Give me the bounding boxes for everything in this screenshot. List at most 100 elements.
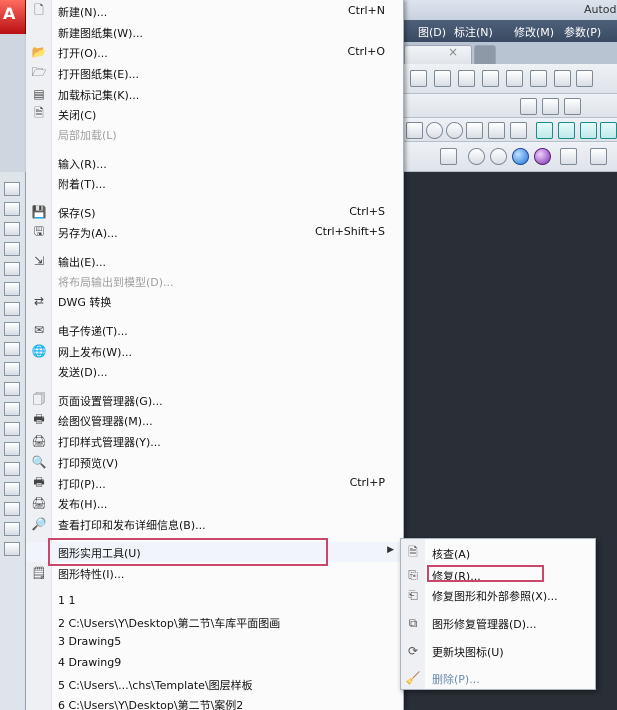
- menu-item-label: 打开(O)...: [58, 47, 108, 60]
- menu-item-label: 发布(H)...: [58, 498, 108, 511]
- move-tool-icon[interactable]: [4, 282, 20, 296]
- menu-item-label: 图形特性(I)...: [58, 568, 125, 581]
- menu-item-drawing-properties[interactable]: 🗒 图形特性(I)...: [26, 563, 404, 583]
- design-center-icon[interactable]: [458, 70, 475, 87]
- torus-icon[interactable]: [446, 122, 463, 139]
- scale-tool-icon[interactable]: [4, 442, 20, 456]
- menu-item-open-sheetset[interactable]: 🗁 打开图纸集(E)...: [26, 63, 404, 83]
- recent-file-1[interactable]: 1 1: [26, 591, 404, 611]
- menu-item-plotter-manager[interactable]: 🖶 绘图仪管理器(M)...: [26, 410, 404, 430]
- recent-file-5[interactable]: 5 C:\Users\...\chs\Template\图层样板: [26, 674, 404, 694]
- offset-tool-icon[interactable]: [4, 362, 20, 376]
- menu-item-send[interactable]: 发送(D)...: [26, 361, 404, 381]
- zoom-icon[interactable]: [410, 70, 427, 87]
- menu-item-new[interactable]: 🗋 新建(N)... Ctrl+N: [26, 1, 404, 21]
- menu-item-plot-style-manager[interactable]: 🖨 打印样式管理器(Y)...: [26, 431, 404, 451]
- print-icon: 🖶: [33, 474, 45, 489]
- fillet-tool-icon[interactable]: [4, 482, 20, 496]
- menu-item-save-as[interactable]: 🖫 另存为(A)... Ctrl+Shift+S: [26, 222, 404, 242]
- menu-item-open[interactable]: 📂 打开(O)... Ctrl+O: [26, 42, 404, 62]
- shaded-icon[interactable]: [534, 148, 551, 165]
- wedge-icon[interactable]: [488, 122, 505, 139]
- highlight-box-recover: [427, 565, 544, 582]
- ucs-icon[interactable]: [590, 148, 607, 165]
- quickcalc-icon[interactable]: [554, 70, 571, 87]
- menu-item-web-publish[interactable]: 🌐 网上发布(W)...: [26, 341, 404, 361]
- sheetset-icon[interactable]: [506, 70, 523, 87]
- sweep-icon[interactable]: [600, 122, 617, 139]
- trim-tool-icon[interactable]: [4, 402, 20, 416]
- extend-tool-icon[interactable]: [4, 422, 20, 436]
- explode-tool-icon[interactable]: [4, 522, 20, 536]
- menu-item-label: 新建(N)...: [58, 6, 108, 19]
- application-button[interactable]: A: [0, 0, 26, 34]
- stretch-tool-icon[interactable]: [4, 462, 20, 476]
- layer-state-icon[interactable]: [520, 98, 537, 115]
- recent-file-4[interactable]: 4 Drawing9: [26, 653, 404, 673]
- menu-dimension[interactable]: 标注(N): [454, 24, 493, 40]
- menu-item-page-setup[interactable]: 🗍 页面设置管理器(G)...: [26, 390, 404, 410]
- hidden-icon[interactable]: [468, 148, 485, 165]
- plotter-icon: 🖶: [33, 411, 45, 426]
- chamfer-tool-icon[interactable]: [4, 502, 20, 516]
- markup-manager-icon[interactable]: [530, 70, 547, 87]
- circle-tool-icon[interactable]: [4, 222, 20, 236]
- menu-item-export[interactable]: ⇲ 输出(E)...: [26, 251, 404, 271]
- recent-file-2[interactable]: 2 C:\Users\Y\Desktop\第二节\车库平面图画: [26, 612, 404, 632]
- menu-modify[interactable]: 修改(M): [514, 24, 554, 40]
- conceptual-icon[interactable]: [512, 148, 529, 165]
- recover-xref-icon: ⎗: [408, 587, 418, 602]
- submenu-item-purge[interactable]: 🧹 删除(P)...: [401, 667, 595, 689]
- wireframe-icon[interactable]: [440, 148, 457, 165]
- properties-icon[interactable]: [434, 70, 451, 87]
- recent-file-6[interactable]: 6 C:\Users\Y\Desktop\第二节\案例2: [26, 694, 404, 710]
- layer-prev-icon[interactable]: [542, 98, 559, 115]
- array-tool-icon[interactable]: [4, 382, 20, 396]
- menu-item-dwg-convert[interactable]: ⇄ DWG 转换: [26, 291, 404, 311]
- menu-item-load-markup[interactable]: ▤ 加载标记集(K)...: [26, 84, 404, 104]
- help-icon[interactable]: [576, 70, 593, 87]
- submenu-item-recovery-manager[interactable]: ⧉ 图形修复管理器(D)...: [401, 612, 595, 634]
- revolve-icon[interactable]: [580, 122, 597, 139]
- layer-iso-icon[interactable]: [564, 98, 581, 115]
- box-icon[interactable]: [406, 122, 423, 139]
- polyline-tool-icon[interactable]: [4, 202, 20, 216]
- menu-parametric[interactable]: 参数(P): [564, 24, 601, 40]
- submenu-item-label: 更新块图标(U): [432, 646, 504, 659]
- menu-item-etransmit[interactable]: ✉ 电子传递(T)...: [26, 320, 404, 340]
- line-tool-icon[interactable]: [4, 182, 20, 196]
- tab-close-icon[interactable]: ×: [448, 45, 458, 59]
- menu-item-publish[interactable]: 🖨 发布(H)...: [26, 493, 404, 513]
- document-tab[interactable]: [404, 45, 472, 64]
- menu-item-label: 打印预览(V): [58, 457, 119, 470]
- cone-icon[interactable]: [466, 122, 483, 139]
- menu-item-import[interactable]: 输入(R)...: [26, 153, 404, 173]
- menu-item-plot[interactable]: 🖶 打印(P)... Ctrl+P: [26, 473, 404, 493]
- submenu-item-recover-xref[interactable]: ⎗ 修复图形和外部参照(X)...: [401, 584, 595, 606]
- tool-palette-icon[interactable]: [482, 70, 499, 87]
- extrude-icon[interactable]: [558, 122, 575, 139]
- menu-item-plot-preview[interactable]: 🔍 打印预览(V): [26, 452, 404, 472]
- menu-item-attach[interactable]: 附着(T)...: [26, 173, 404, 193]
- hatch-tool-icon[interactable]: [4, 542, 20, 556]
- menu-item-new-sheetset[interactable]: 新建图纸集(W)...: [26, 22, 404, 42]
- pyramid-icon[interactable]: [510, 122, 527, 139]
- visual-style-manager-icon[interactable]: [560, 148, 577, 165]
- mirror-tool-icon[interactable]: [4, 342, 20, 356]
- menu-draw[interactable]: 图(D): [418, 24, 446, 40]
- polysolid-icon[interactable]: [536, 122, 553, 139]
- realistic-icon[interactable]: [490, 148, 507, 165]
- rotate-tool-icon[interactable]: [4, 322, 20, 336]
- menu-item-save[interactable]: 💾 保存(S) Ctrl+S: [26, 202, 404, 222]
- copy-tool-icon[interactable]: [4, 302, 20, 316]
- recovery-manager-icon: ⧉: [408, 615, 418, 630]
- submenu-item-audit[interactable]: 🗎 核查(A): [401, 542, 595, 564]
- menu-item-plot-details[interactable]: 🔎 查看打印和发布详细信息(B)...: [26, 514, 404, 534]
- recent-file-3[interactable]: 3 Drawing5: [26, 632, 404, 652]
- rectangle-tool-icon[interactable]: [4, 262, 20, 276]
- menu-item-close[interactable]: 🗎 关闭(C): [26, 104, 404, 124]
- arc-tool-icon[interactable]: [4, 242, 20, 256]
- new-tab-button[interactable]: [474, 45, 496, 64]
- submenu-item-update-block-icons[interactable]: ⟳ 更新块图标(U): [401, 640, 595, 662]
- cylinder-icon[interactable]: [426, 122, 443, 139]
